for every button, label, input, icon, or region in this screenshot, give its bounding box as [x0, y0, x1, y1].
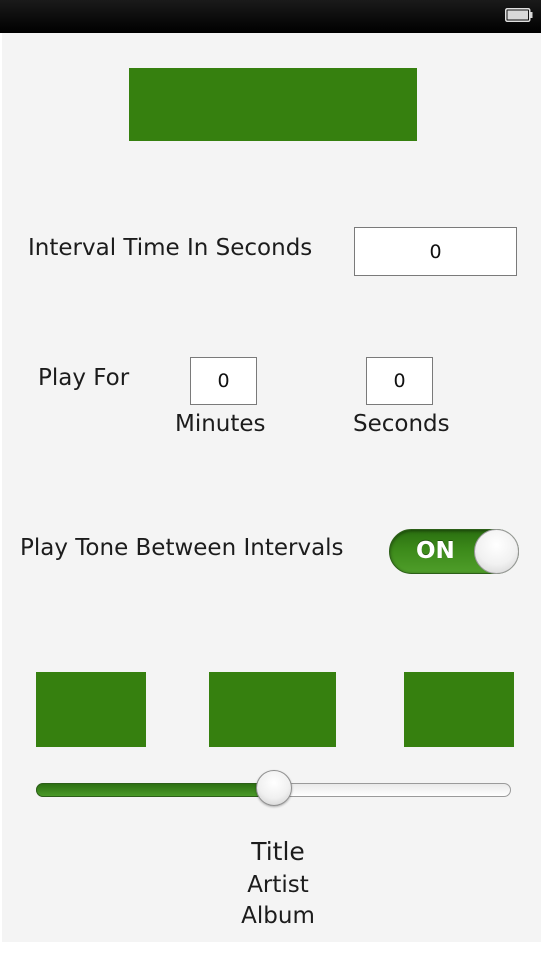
play-button[interactable]	[209, 672, 336, 747]
minutes-label: Minutes	[175, 411, 266, 437]
next-button[interactable]	[404, 672, 514, 747]
progress-slider-fill	[36, 783, 274, 797]
toggle-knob[interactable]	[474, 529, 519, 574]
top-button[interactable]	[129, 68, 417, 141]
progress-slider-thumb[interactable]	[256, 770, 292, 806]
play-for-label: Play For	[38, 365, 130, 391]
status-bar	[0, 0, 541, 33]
seconds-label: Seconds	[353, 411, 450, 437]
interval-value: 0	[429, 240, 442, 263]
play-tone-toggle[interactable]: ON	[389, 529, 519, 574]
toggle-on-label: ON	[416, 538, 455, 564]
minutes-value: 0	[217, 370, 230, 392]
seconds-value: 0	[393, 370, 406, 392]
interval-label: Interval Time In Seconds	[28, 235, 313, 261]
previous-button[interactable]	[36, 672, 146, 747]
interval-input[interactable]: 0	[354, 227, 517, 276]
track-title: Title	[251, 837, 305, 866]
tone-label: Play Tone Between Intervals	[20, 535, 344, 561]
minutes-input[interactable]: 0	[190, 357, 257, 405]
track-album: Album	[241, 903, 315, 929]
seconds-input[interactable]: 0	[366, 357, 433, 405]
track-artist: Artist	[247, 872, 309, 898]
battery-icon	[505, 8, 533, 22]
